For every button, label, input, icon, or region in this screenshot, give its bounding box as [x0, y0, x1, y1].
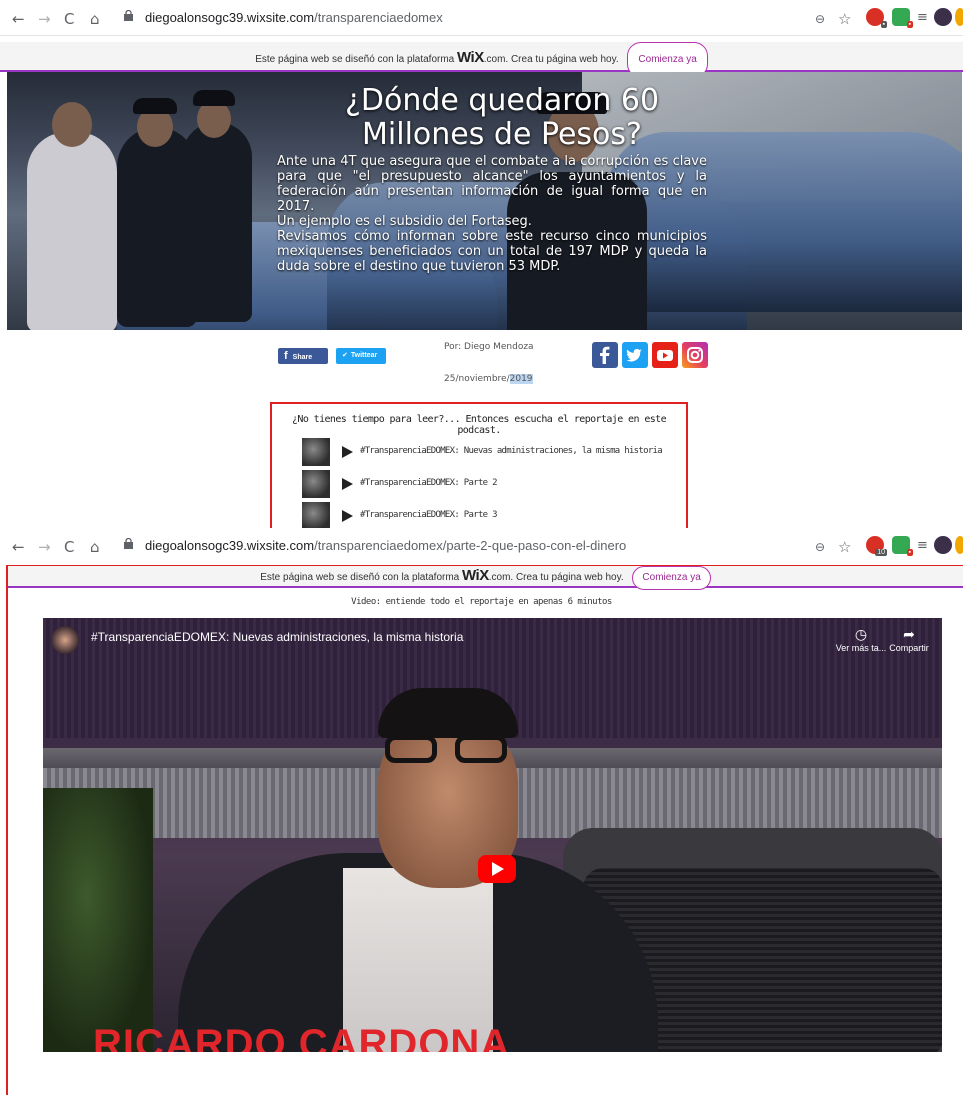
twitter-bird-icon: ✔ [342, 352, 348, 359]
twitter-icon[interactable] [622, 342, 648, 368]
zoom-icon[interactable]: ⊖ [815, 12, 825, 26]
facebook-share-button[interactable]: f Share [278, 348, 328, 364]
browser-toolbar-2: ← → C ⌂ diegoalonsogc39.wixsite.com/tran… [0, 528, 963, 564]
back-icon[interactable]: ← [12, 538, 25, 556]
track-title: #TransparenciaEDOMEX: Nuevas administrac… [360, 446, 663, 456]
share-video-button[interactable]: ➦ Compartir [879, 626, 939, 653]
video-frame-glasses [455, 735, 507, 763]
podcast-heading: ¿No tienes tiempo para leer?... Entonces… [291, 414, 667, 436]
profile-avatar[interactable] [934, 536, 952, 554]
facebook-icon[interactable] [592, 342, 618, 368]
reading-list-icon[interactable]: ≡ [917, 10, 928, 25]
extension-red-icon[interactable]: ▪ [866, 8, 887, 28]
update-alert-icon[interactable] [955, 8, 963, 26]
address-bar[interactable]: diegoalonsogc39.wixsite.com/transparenci… [145, 538, 626, 553]
hero-paragraph: Un ejemplo es el subsidio del Fortaseg. [277, 214, 532, 229]
back-icon[interactable]: ← [12, 10, 25, 28]
podcast-track[interactable]: #TransparenciaEDOMEX: Parte 2 [302, 470, 672, 498]
youtube-video-player[interactable]: #TransparenciaEDOMEX: Nuevas administrac… [43, 618, 942, 1052]
wix-logo: WiX [462, 567, 489, 584]
video-frame-plant [43, 788, 153, 1052]
video-frame-hair [378, 688, 518, 738]
hero-banner: ¿Dónde quedaron 60 Millones de Pesos? An… [7, 72, 962, 330]
forward-icon[interactable]: → [38, 10, 51, 28]
profile-avatar[interactable] [934, 8, 952, 26]
home-icon[interactable]: ⌂ [90, 10, 100, 28]
hero-summary: Ante una 4T que asegura que el combate a… [277, 154, 707, 274]
podcast-track[interactable]: #TransparenciaEDOMEX: Parte 3 [302, 502, 672, 530]
track-title: #TransparenciaEDOMEX: Parte 3 [360, 510, 498, 520]
facebook-icon: f [284, 350, 288, 362]
bookmark-star-icon[interactable]: ☆ [838, 538, 851, 556]
lock-icon [124, 10, 133, 21]
zoom-icon[interactable]: ⊖ [815, 540, 825, 554]
channel-avatar[interactable] [51, 626, 79, 654]
video-frame-glasses [385, 735, 437, 763]
youtube-play-icon[interactable] [478, 855, 516, 883]
play-icon[interactable] [342, 478, 353, 490]
forward-icon[interactable]: → [38, 538, 51, 556]
track-thumbnail [302, 438, 330, 466]
lock-icon [124, 538, 133, 549]
address-bar[interactable]: diegoalonsogc39.wixsite.com/transparenci… [145, 10, 443, 25]
video-title[interactable]: #TransparenciaEDOMEX: Nuevas administrac… [91, 630, 463, 644]
podcast-box: ¿No tienes tiempo para leer?... Entonces… [270, 402, 688, 539]
play-icon[interactable] [342, 510, 353, 522]
reload-icon[interactable]: C [64, 538, 74, 556]
home-icon[interactable]: ⌂ [90, 538, 100, 556]
publish-date: 25/noviembre/2019 [444, 374, 533, 384]
extension-red-icon[interactable]: 10 [866, 536, 887, 556]
video-caption: Video: entiende todo el reportaje en ape… [351, 597, 612, 607]
wix-banner-2: Este página web se diseñó con la platafo… [8, 566, 963, 590]
lower-third-name: RICARDO CARDONA [93, 1022, 511, 1052]
track-thumbnail [302, 502, 330, 530]
instagram-icon[interactable] [682, 342, 708, 368]
wix-logo: WiX [457, 49, 484, 66]
hero-title: ¿Dónde quedaron 60 Millones de Pesos? [344, 83, 660, 152]
extension-green-icon[interactable]: ▪ [892, 8, 913, 28]
podcast-track[interactable]: #TransparenciaEDOMEX: Nuevas administrac… [302, 438, 672, 466]
update-alert-icon[interactable] [955, 536, 963, 554]
hero-paragraph: Ante una 4T que asegura que el combate a… [277, 154, 707, 214]
browser-toolbar: ← → C ⌂ diegoalonsogc39.wixsite.com/tran… [0, 0, 963, 36]
start-now-button[interactable]: Comienza ya [632, 566, 711, 590]
share-arrow-icon: ➦ [903, 626, 915, 642]
bookmark-star-icon[interactable]: ☆ [838, 10, 851, 28]
play-icon[interactable] [342, 446, 353, 458]
author-byline: Por: Diego Mendoza [444, 342, 534, 352]
track-thumbnail [302, 470, 330, 498]
youtube-icon[interactable] [652, 342, 678, 368]
wix-banner: Este página web se diseñó con la platafo… [0, 42, 963, 78]
reading-list-icon[interactable]: ≡ [917, 538, 928, 553]
track-title: #TransparenciaEDOMEX: Parte 2 [360, 478, 498, 488]
reload-icon[interactable]: C [64, 10, 74, 28]
extension-green-icon[interactable]: ▪ [892, 536, 913, 556]
hero-paragraph: Revisamos cómo informan sobre este recur… [277, 229, 707, 274]
twitter-tweet-button[interactable]: ✔ Twittear [336, 348, 386, 364]
